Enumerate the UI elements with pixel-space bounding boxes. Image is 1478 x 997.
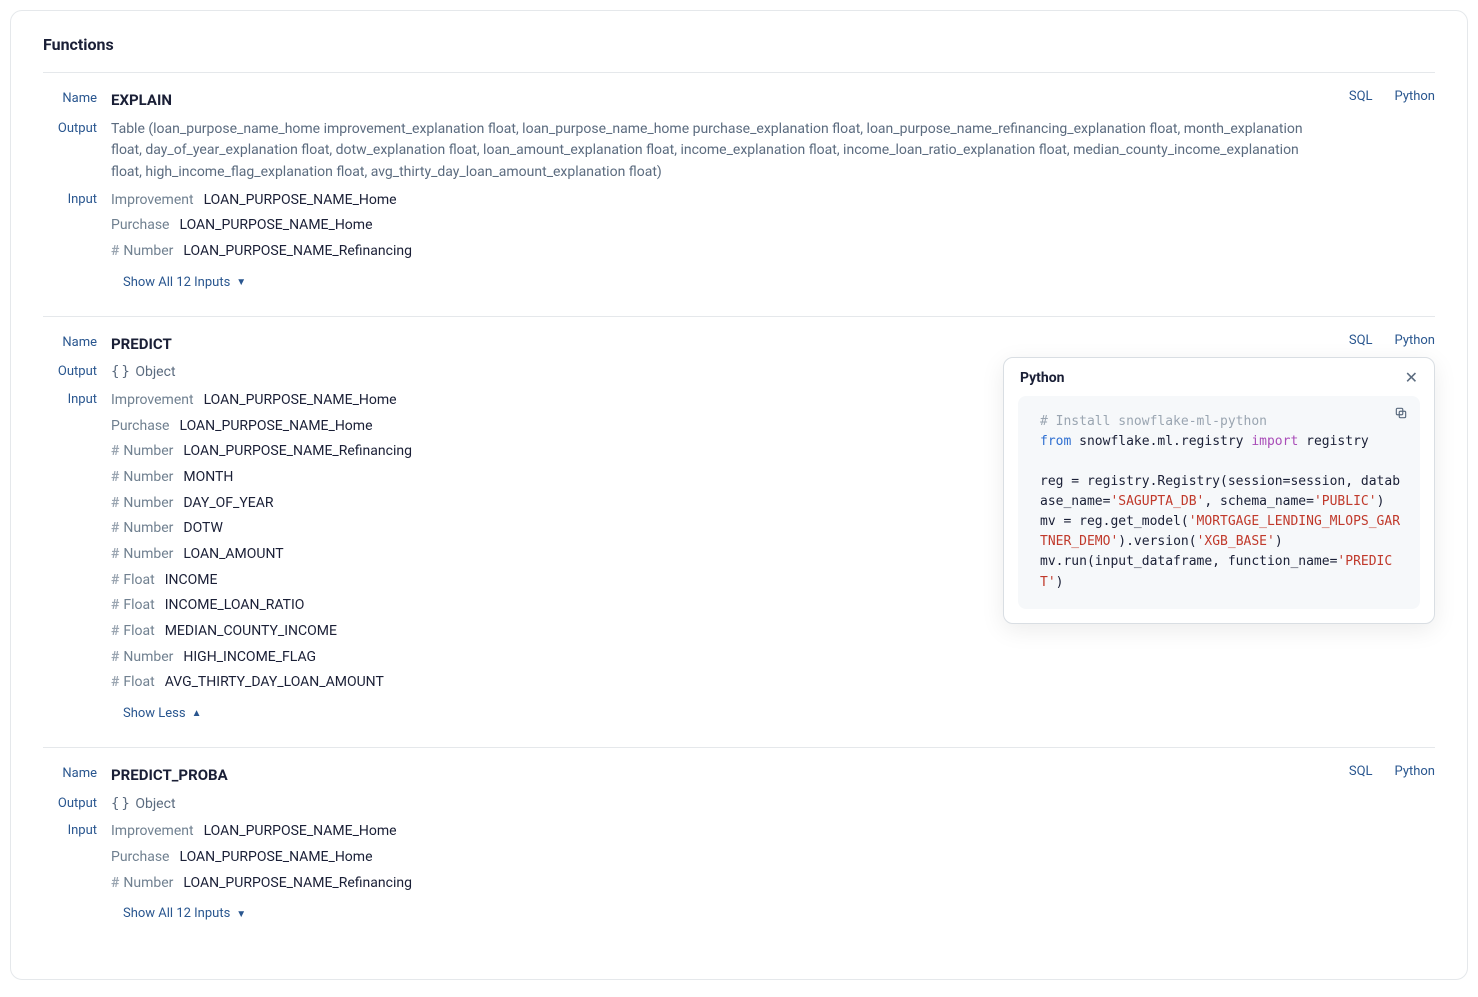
chevron-down-icon: ▼ (236, 275, 246, 291)
input-type: Improvement (111, 821, 194, 843)
hash-icon: # (111, 441, 119, 463)
function-section: SQL Python NameEXPLAINOutputTable (loan_pu… (43, 72, 1435, 316)
input-item: #Number LOAN_PURPOSE_NAME_Refinancing (111, 873, 1315, 895)
function-section: SQL Python NamePREDICTOutput{} Object Input… (43, 316, 1435, 747)
hash-icon: # (111, 595, 119, 617)
label-input: Input (43, 390, 111, 407)
functions-card: Functions SQLPythonNameEXPLAINOutputTabl… (10, 10, 1468, 980)
input-item: Improvement LOAN_PURPOSE_NAME_Home (111, 821, 1315, 843)
output-text: Table (loan_purpose_name_home improvemen… (111, 121, 1303, 180)
input-type: Number (123, 544, 173, 566)
input-name: DAY_OF_YEAR (183, 493, 273, 515)
copy-icon[interactable] (1394, 406, 1408, 420)
python-link[interactable]: Python (1395, 764, 1435, 779)
input-name: LOAN_AMOUNT (183, 544, 283, 566)
label-name: Name (43, 333, 111, 350)
hash-icon: # (111, 570, 119, 592)
sql-link[interactable]: SQL (1349, 764, 1373, 779)
function-name: PREDICT_PROBA (111, 766, 228, 784)
show-less-toggle[interactable]: Show Less▲ (123, 704, 202, 724)
input-name: DOTW (183, 518, 223, 540)
input-item: #Number LOAN_PURPOSE_NAME_Refinancing (111, 241, 1315, 263)
input-name: INCOME_LOAN_RATIO (165, 595, 305, 617)
hash-icon: # (111, 518, 119, 540)
input-type: Number (123, 493, 173, 515)
label-input: Input (43, 821, 111, 838)
hash-icon: # (111, 873, 119, 895)
input-name: MONTH (183, 467, 233, 489)
input-type: Number (123, 467, 173, 489)
input-item: #Float MEDIAN_COUNTY_INCOME (111, 621, 1315, 643)
hash-icon: # (111, 647, 119, 669)
input-name: MEDIAN_COUNTY_INCOME (165, 621, 337, 643)
input-name: LOAN_PURPOSE_NAME_Refinancing (183, 241, 412, 263)
function-actions: SQL Python (1349, 333, 1435, 348)
hash-icon: # (111, 544, 119, 566)
input-item: #Float AVG_THIRTY_DAY_LOAN_AMOUNT (111, 672, 1315, 694)
input-name: LOAN_PURPOSE_NAME_Home (179, 416, 372, 438)
input-item: Purchase LOAN_PURPOSE_NAME_Home (111, 215, 1315, 237)
python-link[interactable]: Python (1395, 333, 1435, 348)
input-type: Number (123, 647, 173, 669)
hash-icon: # (111, 241, 119, 263)
hash-icon: # (111, 467, 119, 489)
brackets-icon: {} (111, 364, 132, 380)
input-name: LOAN_PURPOSE_NAME_Home (179, 215, 372, 237)
label-output: Output (43, 794, 111, 811)
input-type: Purchase (111, 847, 169, 869)
input-name: LOAN_PURPOSE_NAME_Refinancing (183, 873, 412, 895)
label-name: Name (43, 89, 111, 106)
input-type: Number (123, 873, 173, 895)
label-output: Output (43, 362, 111, 379)
function-actions: SQL Python (1349, 89, 1435, 104)
show-all-toggle[interactable]: Show All 12 Inputs▼ (123, 904, 246, 924)
input-type: Float (123, 672, 154, 694)
code-block: # Install snowflake-ml-python from snowf… (1040, 412, 1402, 593)
input-type: Improvement (111, 190, 194, 212)
input-name: LOAN_PURPOSE_NAME_Home (204, 190, 397, 212)
function-actions: SQL Python (1349, 764, 1435, 779)
function-name: EXPLAIN (111, 91, 172, 109)
function-section: SQL Python NamePREDICT_PROBAOutput{} Objec… (43, 747, 1435, 947)
input-type: Purchase (111, 215, 169, 237)
input-type: Float (123, 595, 154, 617)
input-name: AVG_THIRTY_DAY_LOAN_AMOUNT (165, 672, 384, 694)
input-type: Number (123, 518, 173, 540)
input-name: LOAN_PURPOSE_NAME_Refinancing (183, 441, 412, 463)
function-name: PREDICT (111, 335, 172, 353)
input-type: Improvement (111, 390, 194, 412)
input-item: Improvement LOAN_PURPOSE_NAME_Home (111, 190, 1315, 212)
chevron-up-icon: ▲ (192, 706, 202, 722)
sql-link[interactable]: SQL (1349, 89, 1373, 104)
output-type: Object (135, 364, 175, 380)
brackets-icon: {} (111, 796, 132, 812)
input-type: Purchase (111, 416, 169, 438)
close-icon[interactable]: ✕ (1405, 370, 1418, 386)
input-item: Purchase LOAN_PURPOSE_NAME_Home (111, 847, 1315, 869)
hash-icon: # (111, 672, 119, 694)
input-type: Float (123, 570, 154, 592)
input-type: Number (123, 241, 173, 263)
input-type: Float (123, 621, 154, 643)
input-name: HIGH_INCOME_FLAG (183, 647, 316, 669)
input-name: LOAN_PURPOSE_NAME_Home (204, 821, 397, 843)
label-output: Output (43, 119, 111, 136)
label-name: Name (43, 764, 111, 781)
show-all-toggle[interactable]: Show All 12 Inputs▼ (123, 273, 246, 293)
python-link[interactable]: Python (1395, 89, 1435, 104)
label-input: Input (43, 190, 111, 207)
input-item: #Number HIGH_INCOME_FLAG (111, 647, 1315, 669)
input-name: LOAN_PURPOSE_NAME_Home (204, 390, 397, 412)
hash-icon: # (111, 493, 119, 515)
input-name: LOAN_PURPOSE_NAME_Home (179, 847, 372, 869)
hash-icon: # (111, 621, 119, 643)
input-name: INCOME (165, 570, 218, 592)
code-popover: Python ✕ # Install snowflake-ml-python fro… (1003, 357, 1435, 624)
popover-title: Python (1020, 370, 1065, 386)
input-type: Number (123, 441, 173, 463)
page-title: Functions (43, 35, 1435, 54)
chevron-down-icon: ▼ (236, 907, 246, 923)
sql-link[interactable]: SQL (1349, 333, 1373, 348)
output-type: Object (135, 796, 175, 812)
